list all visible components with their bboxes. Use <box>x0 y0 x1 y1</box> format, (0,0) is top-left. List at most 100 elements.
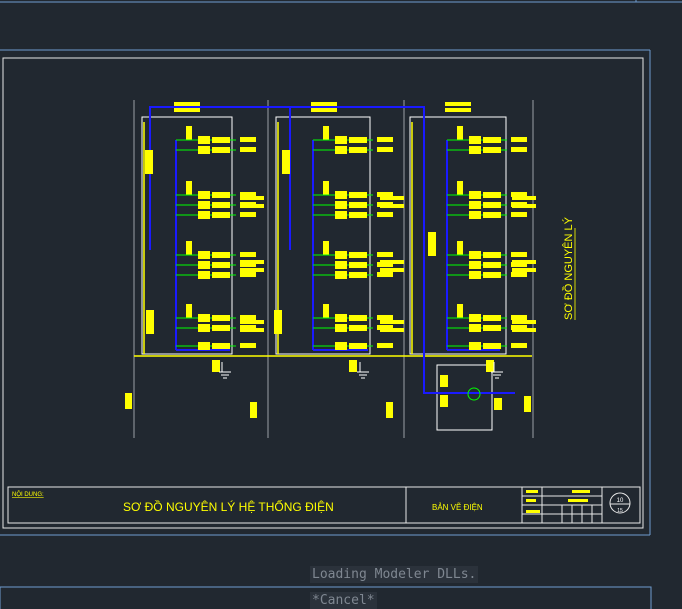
circuit-label <box>349 343 367 349</box>
section-bottom-label <box>250 402 257 418</box>
circuit-groups <box>125 102 536 418</box>
breaker-label <box>457 241 463 255</box>
breaker-label <box>323 181 329 195</box>
load-label <box>511 315 527 320</box>
breaker-symbol <box>469 261 481 269</box>
breaker-symbol <box>198 201 210 209</box>
breaker-symbol <box>469 324 481 332</box>
circuit-label <box>483 192 501 198</box>
breaker-symbol <box>335 191 347 199</box>
load-label <box>240 137 256 142</box>
ground-label <box>440 395 448 407</box>
feeder-label <box>512 320 536 324</box>
breaker-label <box>457 304 463 318</box>
circuit-label <box>483 202 501 208</box>
load-label <box>511 343 527 348</box>
circuit-label <box>212 262 230 268</box>
title-block-small-fields <box>526 490 590 513</box>
load-label <box>511 137 527 142</box>
panel-header-label <box>445 108 471 112</box>
load-label <box>377 212 393 217</box>
breaker-symbol <box>335 324 347 332</box>
breaker-symbol <box>469 271 481 279</box>
panel-header-label <box>174 102 200 106</box>
feeder-label <box>512 260 536 264</box>
circuit-label <box>483 343 501 349</box>
feeder-label <box>512 196 536 200</box>
loading-message: Loading Modeler DLLs. <box>310 566 479 583</box>
feeder-label <box>512 328 536 332</box>
content-label: NỘI DUNG: <box>12 491 44 498</box>
breaker-label <box>323 241 329 255</box>
feeder-label <box>512 204 536 208</box>
section-bottom-label <box>125 393 132 409</box>
circuit-label <box>212 252 230 258</box>
circuit-label <box>483 325 501 331</box>
cad-drawing-canvas[interactable]: SƠ ĐỒ NGUYÊN LÝ NỘI DUNG: SƠ ĐỒ NGUYÊN L… <box>0 0 682 609</box>
panel-header-label <box>311 102 337 106</box>
load-label <box>377 272 393 277</box>
sheet-number: 10 <box>617 498 624 504</box>
ground-label <box>349 360 357 372</box>
load-label <box>240 212 256 217</box>
breaker-symbol <box>469 201 481 209</box>
breaker-symbol <box>469 211 481 219</box>
panel-header-label <box>445 102 471 106</box>
breaker-label <box>323 126 329 140</box>
load-label <box>377 315 393 320</box>
circuit-label <box>483 262 501 268</box>
breaker-symbol <box>198 191 210 199</box>
feeder-label <box>380 320 404 324</box>
feeder-label <box>240 204 264 208</box>
load-label <box>377 343 393 348</box>
feeder-label <box>512 268 536 272</box>
feeder-label <box>380 196 404 200</box>
circuit-label <box>212 315 230 321</box>
section-side-label <box>282 150 290 174</box>
breaker-label <box>457 181 463 195</box>
load-label <box>511 252 527 257</box>
breaker-symbol <box>198 314 210 322</box>
feeder-label <box>240 320 264 324</box>
circuit-label <box>212 343 230 349</box>
breaker-symbol <box>198 324 210 332</box>
circuit-label <box>212 147 230 153</box>
cancel-button[interactable]: *Cancel* <box>310 592 377 609</box>
panel-boxes <box>141 116 507 431</box>
circuit-label <box>483 137 501 143</box>
breaker-label <box>186 304 192 318</box>
circuit-label <box>212 202 230 208</box>
breaker-symbol <box>469 251 481 259</box>
circuit-label <box>349 212 367 218</box>
ground-label <box>486 360 494 372</box>
ground-symbols <box>219 362 503 401</box>
load-label <box>240 343 256 348</box>
section-side-label <box>145 150 153 174</box>
load-label <box>511 212 527 217</box>
section-side-label <box>146 310 154 334</box>
load-label <box>240 315 256 320</box>
circuit-label <box>483 147 501 153</box>
breaker-symbol <box>469 314 481 322</box>
circuit-label <box>483 212 501 218</box>
circuit-label <box>349 272 367 278</box>
circuit-label <box>349 192 367 198</box>
feeder-label <box>380 328 404 332</box>
breaker-symbol <box>335 342 347 350</box>
circuit-label <box>212 137 230 143</box>
feeder-label <box>240 260 264 264</box>
breaker-symbol <box>335 136 347 144</box>
circuit-label <box>483 272 501 278</box>
ground-label <box>212 360 220 372</box>
load-label <box>240 272 256 277</box>
breaker-symbol <box>198 136 210 144</box>
title-block: NỘI DUNG: SƠ ĐỒ NGUYÊN LÝ HỆ THỐNG ĐIỆN … <box>7 486 641 524</box>
panel-header-label <box>174 108 200 112</box>
breaker-symbol <box>198 342 210 350</box>
load-label <box>377 137 393 142</box>
breaker-label <box>186 181 192 195</box>
circuit-label <box>483 252 501 258</box>
section-bottom-label <box>386 402 393 418</box>
breaker-label <box>323 304 329 318</box>
panel-header-label <box>311 108 337 112</box>
